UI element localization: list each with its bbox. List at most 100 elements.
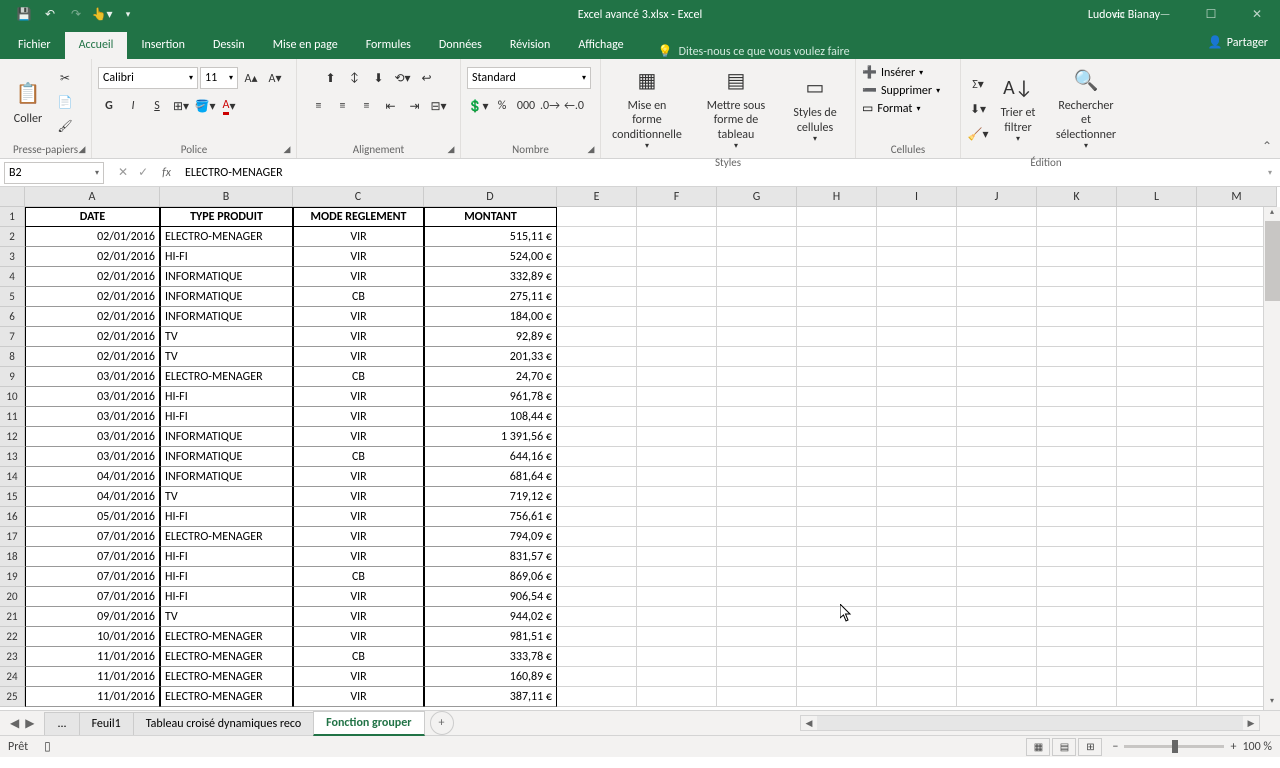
row-header[interactable]: 14 <box>0 467 25 487</box>
enter-formula-icon[interactable]: ✓ <box>138 165 148 180</box>
row-header[interactable]: 8 <box>0 347 25 367</box>
cell[interactable] <box>797 327 877 347</box>
cell[interactable] <box>1117 427 1197 447</box>
cell[interactable] <box>1117 567 1197 587</box>
cell[interactable] <box>1117 347 1197 367</box>
vertical-scrollbar[interactable]: ▴ ▾ <box>1263 207 1280 710</box>
cell[interactable] <box>797 367 877 387</box>
cell[interactable] <box>957 347 1037 367</box>
row-header[interactable]: 12 <box>0 427 25 447</box>
cell[interactable]: 02/01/2016 <box>25 247 160 267</box>
cell[interactable] <box>957 367 1037 387</box>
cell[interactable]: VIR <box>293 247 424 267</box>
cell[interactable] <box>957 687 1037 707</box>
cell[interactable] <box>1037 347 1117 367</box>
sheet-tab-ellipsis[interactable]: ... <box>44 712 79 735</box>
row-header[interactable]: 24 <box>0 667 25 687</box>
cell[interactable] <box>877 327 957 347</box>
cell[interactable] <box>717 227 797 247</box>
sheet-tab-tcd-reco[interactable]: Tableau croisé dynamiques reco <box>133 712 314 735</box>
dialog-launcher-icon[interactable]: ◢ <box>281 143 293 155</box>
cell[interactable]: 333,78 € <box>424 647 557 667</box>
column-header[interactable]: E <box>557 187 637 207</box>
cell[interactable] <box>717 547 797 567</box>
cell[interactable] <box>557 367 637 387</box>
cell[interactable] <box>557 267 637 287</box>
cell[interactable]: INFORMATIQUE <box>160 287 293 307</box>
insert-cells-button[interactable]: ➕Insérer▾ <box>862 65 923 80</box>
cell[interactable] <box>717 327 797 347</box>
row-header[interactable]: 16 <box>0 507 25 527</box>
cell[interactable] <box>957 467 1037 487</box>
find-select-button[interactable]: 🔍Rechercher et sélectionner▾ <box>1047 63 1125 154</box>
cell[interactable] <box>717 447 797 467</box>
cell[interactable] <box>957 207 1037 227</box>
cell[interactable] <box>717 207 797 227</box>
cell[interactable] <box>877 287 957 307</box>
column-header[interactable]: C <box>293 187 424 207</box>
cell[interactable] <box>1117 387 1197 407</box>
cell[interactable] <box>957 447 1037 467</box>
cell[interactable] <box>1037 247 1117 267</box>
cell[interactable] <box>797 627 877 647</box>
cell[interactable] <box>1117 607 1197 627</box>
cell[interactable]: ELECTRO-MENAGER <box>160 647 293 667</box>
cell[interactable]: VIR <box>293 347 424 367</box>
row-header[interactable]: 19 <box>0 567 25 587</box>
cell[interactable] <box>557 247 637 267</box>
cell[interactable] <box>877 647 957 667</box>
cell[interactable]: 02/01/2016 <box>25 287 160 307</box>
row-header[interactable]: 13 <box>0 447 25 467</box>
tab-draw[interactable]: Dessin <box>199 32 259 59</box>
cell[interactable] <box>557 647 637 667</box>
tab-view[interactable]: Affichage <box>564 32 637 59</box>
row-header[interactable]: 17 <box>0 527 25 547</box>
cell[interactable] <box>717 267 797 287</box>
accounting-format-icon[interactable]: 💲▾ <box>467 95 489 117</box>
cell[interactable] <box>1037 527 1117 547</box>
cell[interactable] <box>717 247 797 267</box>
spreadsheet-grid[interactable]: ABCDEFGHIJKLM 12345678910111213141516171… <box>0 187 1280 710</box>
cell[interactable] <box>557 567 637 587</box>
cell[interactable] <box>797 307 877 327</box>
cell[interactable] <box>797 427 877 447</box>
column-header[interactable]: A <box>25 187 160 207</box>
cell[interactable]: ELECTRO-MENAGER <box>160 227 293 247</box>
scroll-down-icon[interactable]: ▾ <box>1264 696 1280 710</box>
cancel-formula-icon[interactable]: ✕ <box>118 165 128 180</box>
save-icon[interactable]: 💾 <box>12 3 36 27</box>
cell[interactable] <box>1037 427 1117 447</box>
cell[interactable] <box>957 267 1037 287</box>
cell[interactable] <box>877 507 957 527</box>
cell[interactable] <box>877 427 957 447</box>
tab-home[interactable]: Accueil <box>65 32 128 59</box>
cell[interactable]: HI-FI <box>160 567 293 587</box>
cell[interactable] <box>717 407 797 427</box>
scroll-right-icon[interactable]: ▶ <box>1243 716 1259 730</box>
cell[interactable] <box>1117 627 1197 647</box>
cell[interactable] <box>1117 527 1197 547</box>
cell[interactable] <box>957 527 1037 547</box>
column-header[interactable]: I <box>877 187 957 207</box>
align-top-icon[interactable]: ⬆ <box>320 67 342 89</box>
sheet-tab-fonction-grouper[interactable]: Fonction grouper <box>313 711 424 736</box>
orientation-icon[interactable]: ⟲▾ <box>392 67 414 89</box>
row-header[interactable]: 4 <box>0 267 25 287</box>
cell[interactable] <box>957 547 1037 567</box>
cell[interactable] <box>877 667 957 687</box>
cell[interactable] <box>1117 407 1197 427</box>
cell[interactable] <box>797 587 877 607</box>
cell[interactable]: VIR <box>293 327 424 347</box>
cell[interactable] <box>637 427 717 447</box>
decrease-decimal-icon[interactable]: ←.0 <box>563 95 585 117</box>
cell[interactable]: HI-FI <box>160 547 293 567</box>
cell[interactable] <box>1117 307 1197 327</box>
cell[interactable] <box>637 447 717 467</box>
cell[interactable] <box>1117 547 1197 567</box>
cell[interactable]: VIR <box>293 227 424 247</box>
cell[interactable] <box>717 387 797 407</box>
cell[interactable] <box>717 307 797 327</box>
cell[interactable] <box>877 407 957 427</box>
cell[interactable] <box>1037 287 1117 307</box>
cell[interactable] <box>957 627 1037 647</box>
